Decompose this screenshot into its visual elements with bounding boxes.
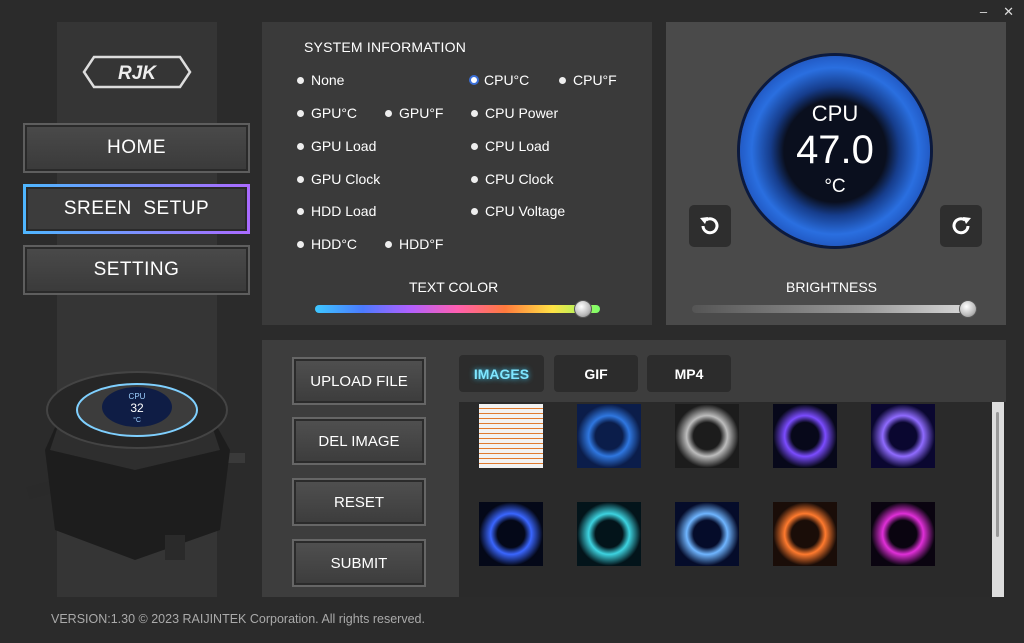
radio-cpu-f[interactable]: CPU°F (559, 72, 617, 88)
radio-dot (471, 142, 478, 150)
upload-file-button[interactable]: UPLOAD FILE (292, 357, 426, 405)
reset-button[interactable]: RESET (292, 478, 426, 526)
blue-eye-thumb[interactable] (577, 404, 641, 468)
nav-setting-button[interactable]: SETTING (23, 245, 250, 295)
device-display-unit: °C (133, 416, 141, 424)
screenshot-thumb[interactable] (479, 404, 543, 468)
light-ring-thumb[interactable] (675, 502, 739, 566)
tab-gif[interactable]: GIF (554, 355, 638, 392)
radio-dot (471, 175, 478, 183)
radio-label: HDD°C (311, 236, 358, 252)
radio-dot (471, 77, 477, 83)
image-gallery (459, 402, 1006, 597)
radio-cpu-clock[interactable]: CPU Clock (471, 171, 553, 187)
text-color-label: TEXT COLOR (409, 279, 499, 295)
radio-label: None (311, 72, 345, 88)
radio-label: GPU°C (311, 105, 358, 121)
device-display-label: CPU (129, 392, 146, 401)
radio-label: HDD Load (311, 203, 377, 219)
gallery-scrollbar-thumb[interactable] (996, 412, 999, 537)
footer-copyright: VERSION:1.30 © 2023 RAIJINTEK Corporatio… (51, 612, 425, 626)
system-information-panel: SYSTEM INFORMATION None CPU°C CPU°F GPU°… (262, 22, 652, 325)
radio-dot (297, 175, 304, 183)
radio-label: CPU Power (485, 105, 559, 121)
rotate-cw-icon (952, 217, 971, 235)
cooler-device-image: CPU 32 °C (26, 371, 245, 560)
nav-setting-label: SETTING (93, 259, 180, 280)
radio-cpu-voltage[interactable]: CPU Voltage (471, 203, 565, 219)
tab-images[interactable]: IMAGES (459, 355, 544, 392)
radio-dot (297, 207, 304, 215)
radio-none[interactable]: None (297, 72, 344, 88)
radio-cpu-load[interactable]: CPU Load (471, 138, 550, 154)
radio-label: GPU Clock (311, 171, 381, 187)
nav-home-label: HOME (107, 137, 166, 158)
system-information-title: SYSTEM INFORMATION (304, 39, 467, 55)
rotate-ccw-icon (700, 217, 719, 235)
radio-gpu-c[interactable]: GPU°C (297, 105, 357, 121)
gallery-scrollbar[interactable] (992, 402, 1004, 597)
radio-dot (297, 109, 304, 117)
text-color-slider[interactable] (315, 300, 600, 318)
radio-label: CPU Voltage (485, 203, 566, 219)
radio-dot (385, 109, 392, 117)
warp-thumb[interactable] (773, 502, 837, 566)
rjk-logo: RJK (82, 55, 192, 89)
delete-image-button[interactable]: DEL IMAGE (292, 417, 426, 465)
radio-hdd-load[interactable]: HDD Load (297, 203, 376, 219)
radio-cpu-c[interactable]: CPU°C (471, 72, 529, 88)
preview-unit: °C (824, 176, 846, 197)
radio-cpu-power[interactable]: CPU Power (471, 105, 558, 121)
blue-vortex-thumb[interactable] (479, 502, 543, 566)
radio-label: GPU°F (399, 105, 444, 121)
preview-display: CPU 47.0 °C (740, 56, 930, 246)
tab-mp4[interactable]: MP4 (647, 355, 731, 392)
purple-ring-thumb[interactable] (871, 404, 935, 468)
radio-gpu-f[interactable]: GPU°F (385, 105, 444, 121)
media-panel: UPLOAD FILE DEL IMAGE RESET SUBMIT IMAGE… (262, 340, 1006, 597)
nav-home-button[interactable]: HOME (23, 123, 250, 173)
radio-dot (471, 207, 478, 215)
brightness-slider[interactable] (692, 300, 977, 318)
device-display-value: 32 (130, 401, 144, 415)
radio-label: CPU Clock (485, 171, 554, 187)
radio-dot (559, 76, 566, 84)
turbine-thumb[interactable] (675, 404, 739, 468)
radio-dot (385, 240, 392, 248)
radio-label: CPU°C (484, 72, 530, 88)
logo-text: RJK (118, 63, 157, 84)
window-controls: – ✕ (980, 4, 1014, 20)
brightness-label: BRIGHTNESS (786, 279, 878, 295)
submit-button[interactable]: SUBMIT (292, 539, 426, 587)
nav-screen-setup-button[interactable]: SREEN SETUP (23, 184, 250, 234)
radio-hdd-f[interactable]: HDD°F (385, 236, 443, 252)
radio-gpu-load[interactable]: GPU Load (297, 138, 376, 154)
neon-blob-thumb[interactable] (871, 502, 935, 566)
radio-label: HDD°F (399, 236, 444, 252)
particle-thumb[interactable] (577, 502, 641, 566)
radio-dot (297, 142, 304, 150)
radio-dot (297, 76, 304, 84)
text-color-slider-knob[interactable] (573, 300, 592, 318)
radio-dot (297, 240, 304, 248)
preview-label: CPU (811, 101, 859, 126)
brightness-slider-knob[interactable] (959, 300, 977, 318)
close-button[interactable]: ✕ (1003, 4, 1014, 20)
neon-ring-thumb[interactable] (773, 404, 837, 468)
radio-hdd-c[interactable]: HDD°C (297, 236, 357, 252)
minimize-button[interactable]: – (980, 4, 987, 20)
radio-label: CPU Load (485, 138, 550, 154)
radio-gpu-clock[interactable]: GPU Clock (297, 171, 380, 187)
preview-value: 47.0 (796, 128, 874, 172)
screen-preview-panel: CPU 47.0 °C BRIGHTNESS (666, 22, 1006, 325)
radio-dot (471, 109, 478, 117)
radio-label: GPU Load (311, 138, 377, 154)
rotate-right-button[interactable] (940, 205, 982, 247)
radio-label: CPU°F (573, 72, 617, 88)
rotate-left-button[interactable] (689, 205, 731, 247)
nav-screen-setup-label: SREEN SETUP (63, 198, 210, 219)
